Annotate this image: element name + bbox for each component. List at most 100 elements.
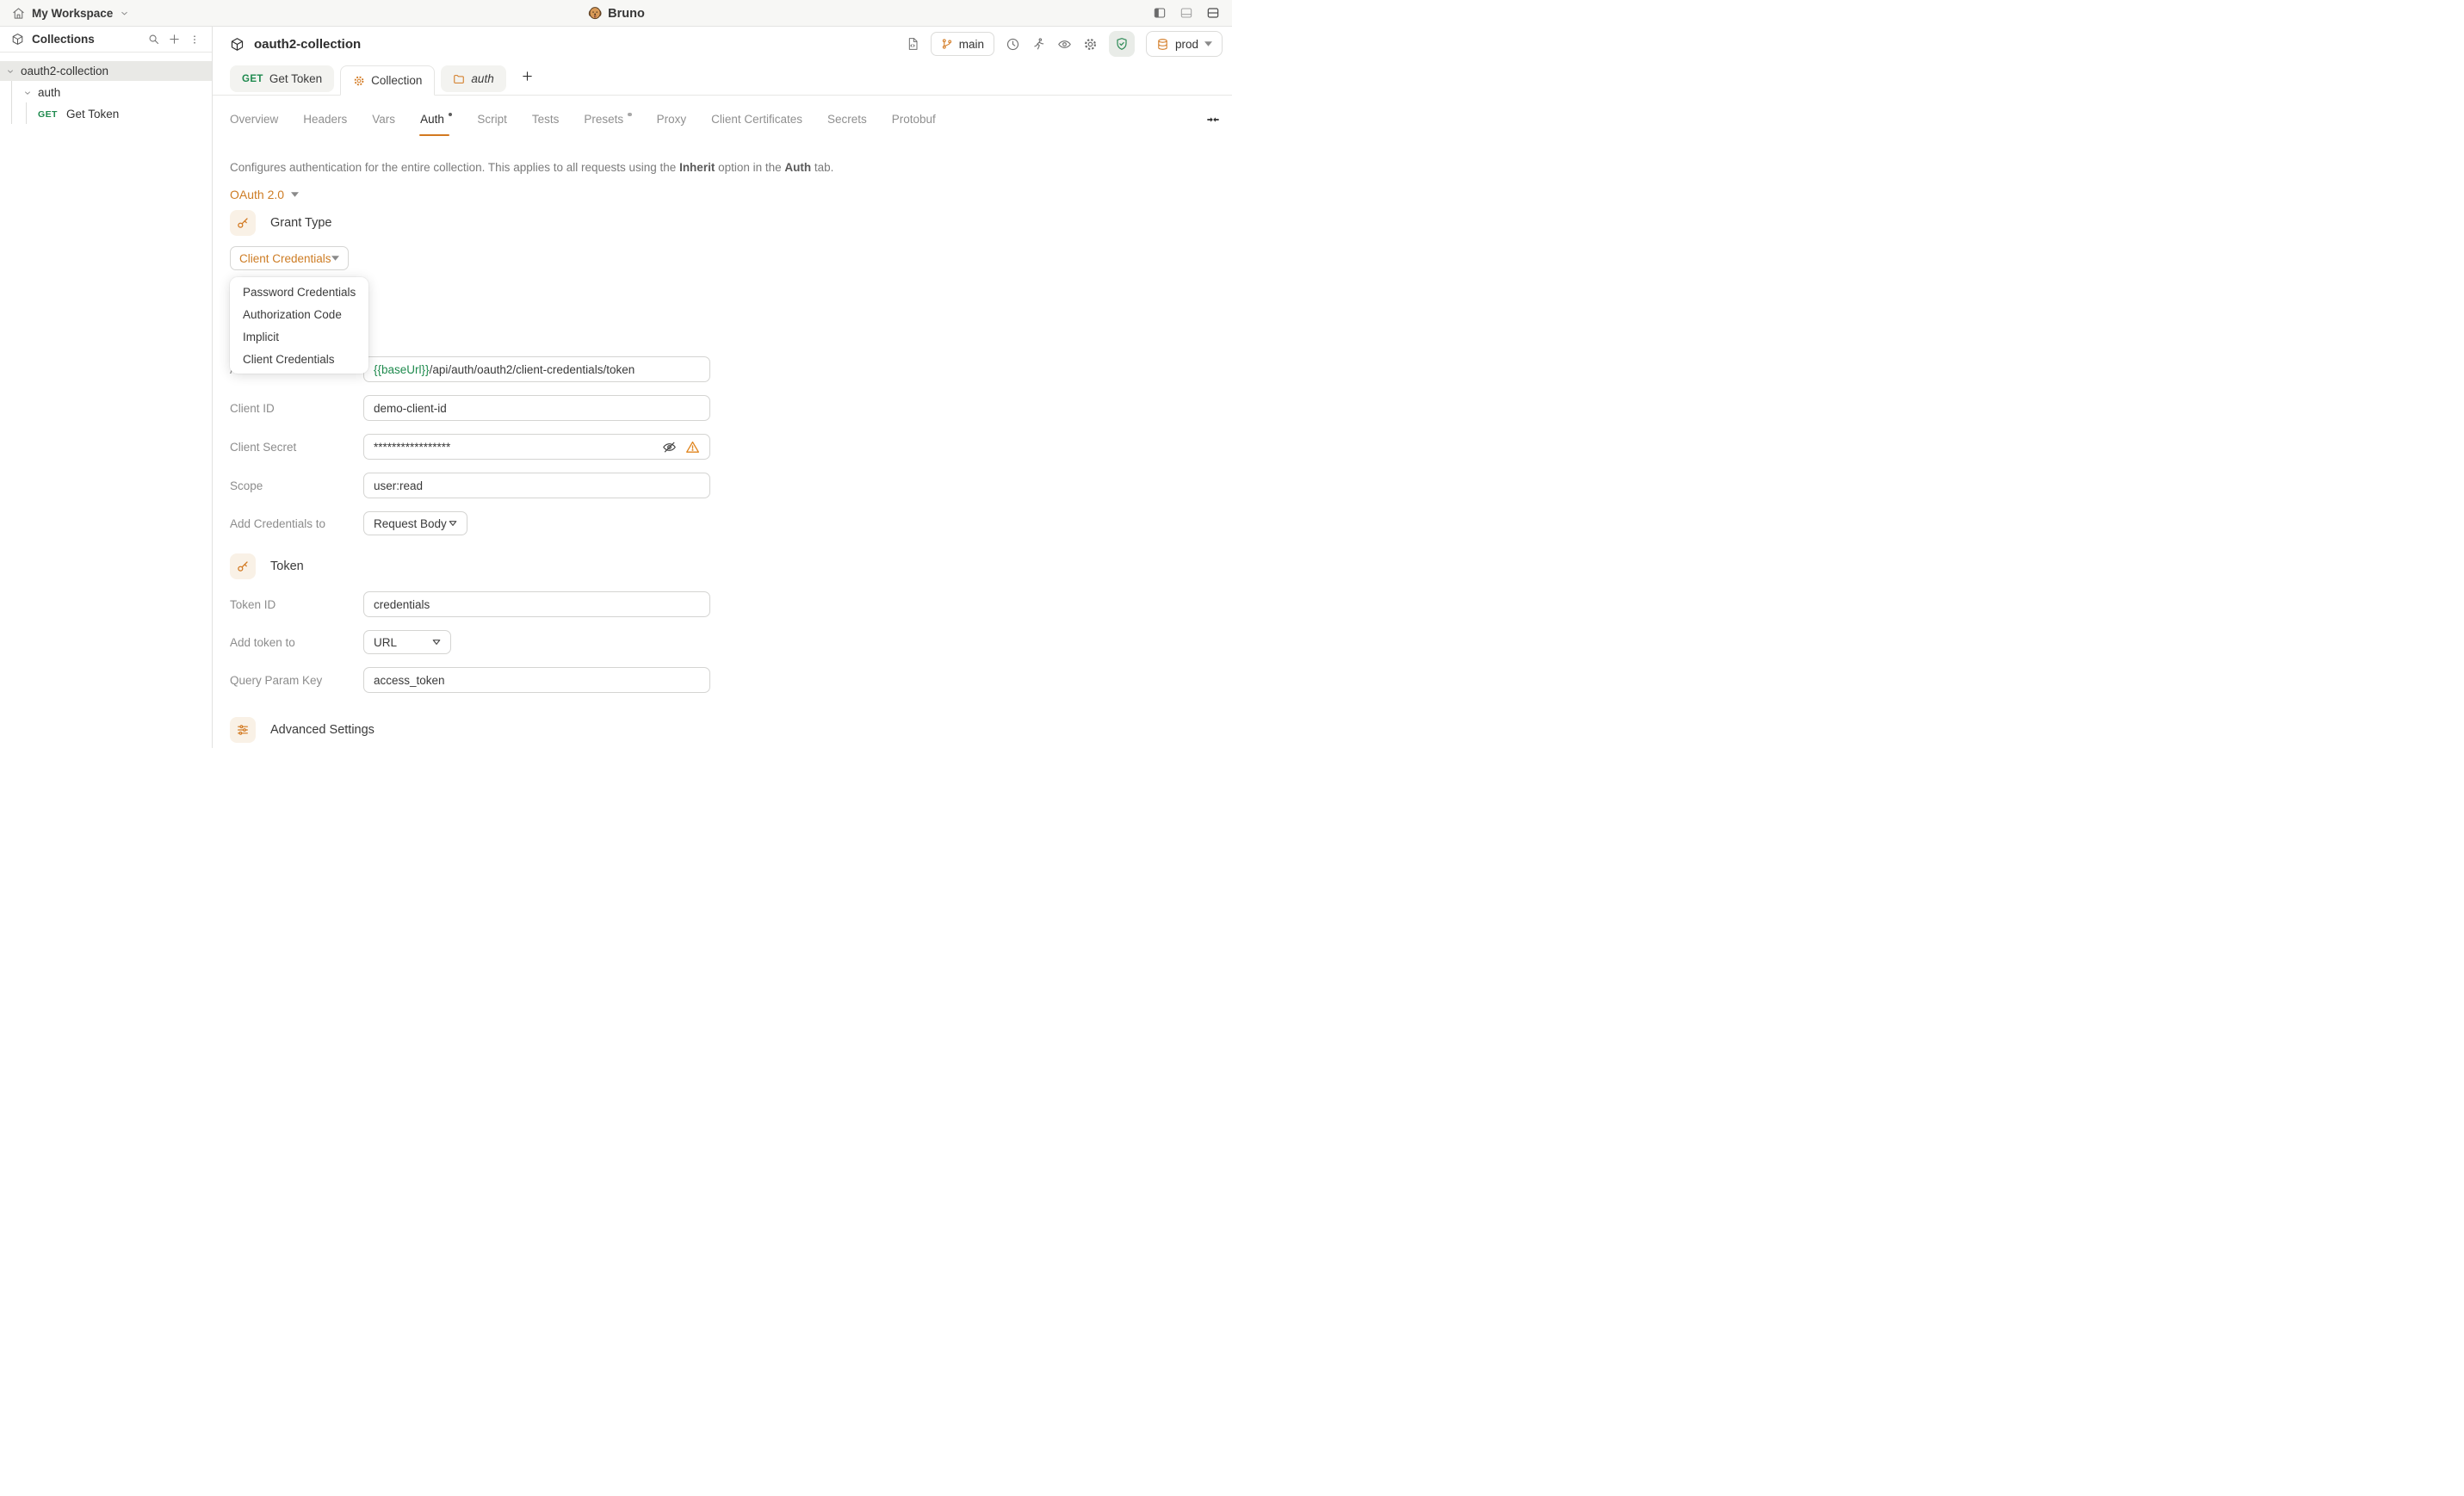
tab-get-token[interactable]: GET Get Token (230, 65, 334, 92)
tree-item-label: auth (38, 86, 60, 99)
add-token-to-row: Add token to URL (230, 630, 1215, 654)
workspace-switcher[interactable]: My Workspace (12, 7, 129, 20)
tab-client-certificates[interactable]: Client Certificates (711, 111, 802, 128)
sidebar: Collections oaut (0, 27, 213, 748)
collapse-panel-icon[interactable] (1206, 113, 1220, 127)
tab-auth-folder[interactable]: auth (441, 65, 505, 92)
key-icon (230, 553, 256, 579)
eye-off-icon[interactable] (662, 440, 677, 454)
client-secret-input[interactable] (374, 441, 653, 454)
app-name: Bruno (608, 7, 645, 21)
auth-description: Configures authentication for the entire… (230, 161, 1215, 174)
warning-icon[interactable] (685, 440, 700, 454)
search-icon[interactable] (147, 33, 160, 46)
tab-label: Collection (371, 74, 422, 87)
tab-vars[interactable]: Vars (372, 111, 395, 128)
collections-title: Collections (32, 33, 95, 46)
tab-script[interactable]: Script (477, 111, 507, 128)
sliders-icon (230, 717, 256, 743)
toggle-sidebar-icon[interactable] (1153, 6, 1167, 20)
tab-presets[interactable]: Presets (584, 111, 631, 128)
sidebar-header: Collections (0, 27, 212, 53)
grant-type-select-wrap: Client Credentials Password Credentials … (230, 246, 349, 270)
http-method-badge: GET (242, 74, 263, 84)
menu-item-client-credentials[interactable]: Client Credentials (230, 348, 368, 370)
tree-indent-guide (11, 81, 12, 124)
sidebar-item-get-token[interactable]: GET Get Token (0, 104, 212, 124)
add-token-to-value: URL (374, 636, 397, 649)
database-icon (1156, 38, 1169, 51)
field-label: Add Credentials to (230, 517, 363, 530)
grant-type-select[interactable]: Client Credentials (230, 246, 349, 270)
add-credentials-to-row: Add Credentials to Request Body (230, 511, 1215, 535)
field-label: Add token to (230, 636, 363, 649)
chevron-down-icon (6, 67, 15, 76)
modified-dot (628, 113, 632, 117)
runner-icon[interactable] (1031, 37, 1046, 52)
field-label: Token ID (230, 598, 363, 611)
layout-controls (1153, 6, 1220, 20)
history-clock-icon[interactable] (1006, 37, 1020, 52)
topbar: My Workspace Bruno (0, 0, 1232, 27)
tree-item-label: Get Token (66, 108, 119, 121)
home-icon[interactable] (12, 7, 25, 20)
token-id-input[interactable] (374, 598, 700, 611)
advanced-settings-header[interactable]: Advanced Settings (230, 717, 1215, 743)
tab-tests[interactable]: Tests (532, 111, 560, 128)
tab-collection[interactable]: Collection (340, 65, 435, 96)
auth-settings-panel: Configures authentication for the entire… (213, 144, 1232, 748)
folder-icon (453, 73, 465, 85)
workspace-name: My Workspace (32, 7, 113, 20)
access-token-url-input[interactable]: {{baseUrl}}/api/auth/oauth2/client-crede… (363, 356, 710, 382)
menu-item-password-credentials[interactable]: Password Credentials (230, 281, 368, 303)
menu-item-authorization-code[interactable]: Authorization Code (230, 303, 368, 325)
url-path: /api/auth/oauth2/client-credentials/toke… (430, 363, 635, 376)
toggle-split-panel-icon[interactable] (1206, 6, 1220, 20)
environment-selector[interactable]: prod (1146, 31, 1223, 57)
section-title: Token (270, 559, 304, 573)
add-credentials-to-value: Request Body (374, 517, 447, 530)
gear-icon (353, 75, 365, 87)
query-param-key-row: Query Param Key (230, 667, 1215, 693)
docs-icon[interactable] (906, 37, 919, 51)
key-icon (230, 210, 256, 236)
tab-proxy[interactable]: Proxy (657, 111, 687, 128)
tab-overview[interactable]: Overview (230, 111, 278, 128)
eye-icon[interactable] (1057, 37, 1072, 52)
client-id-input[interactable] (374, 402, 700, 415)
caret-down-icon (1204, 41, 1212, 46)
add-credentials-to-select[interactable]: Request Body (363, 511, 467, 535)
add-collection-icon[interactable] (168, 33, 181, 46)
add-token-to-select[interactable]: URL (363, 630, 451, 654)
grant-type-dropdown-menu: Password Credentials Authorization Code … (230, 277, 368, 374)
request-tabs: GET Get Token Collection auth (213, 61, 1232, 96)
tab-secrets[interactable]: Secrets (827, 111, 867, 128)
field-label: Client Secret (230, 441, 363, 454)
auth-type-value: OAuth 2.0 (230, 188, 284, 201)
auth-type-selector[interactable]: OAuth 2.0 (230, 188, 299, 201)
security-shield-button[interactable] (1109, 31, 1135, 57)
kebab-menu-icon[interactable] (189, 34, 201, 46)
collections-cube-icon (11, 33, 24, 46)
query-param-key-input[interactable] (374, 674, 700, 687)
git-branch-button[interactable]: main (931, 32, 994, 56)
scope-input[interactable] (374, 479, 700, 492)
sidebar-item-auth-folder[interactable]: auth (0, 83, 212, 102)
collection-settings-tabs: Overview Headers Vars Auth Script Tests … (213, 96, 1232, 144)
token-rows: Token ID Add token to URL (230, 591, 1215, 693)
tab-headers[interactable]: Headers (303, 111, 347, 128)
template-variable: {{baseUrl}} (374, 363, 430, 376)
tab-auth[interactable]: Auth (420, 111, 452, 128)
git-branch-label: main (959, 38, 984, 51)
sidebar-item-oauth2-collection[interactable]: oauth2-collection (0, 61, 212, 81)
new-tab-plus-icon[interactable] (521, 70, 534, 83)
collection-title-group: oauth2-collection (230, 37, 361, 52)
access-token-url-row: Access Token URL {{baseUrl}}/api/auth/oa… (230, 356, 1215, 382)
gear-icon[interactable] (1083, 37, 1098, 52)
token-id-row: Token ID (230, 591, 1215, 617)
tree-indent-guide (26, 102, 27, 124)
client-secret-row: Client Secret (230, 434, 1215, 460)
tab-protobuf[interactable]: Protobuf (892, 111, 936, 128)
toggle-bottom-panel-icon[interactable] (1179, 6, 1193, 20)
menu-item-implicit[interactable]: Implicit (230, 325, 368, 348)
